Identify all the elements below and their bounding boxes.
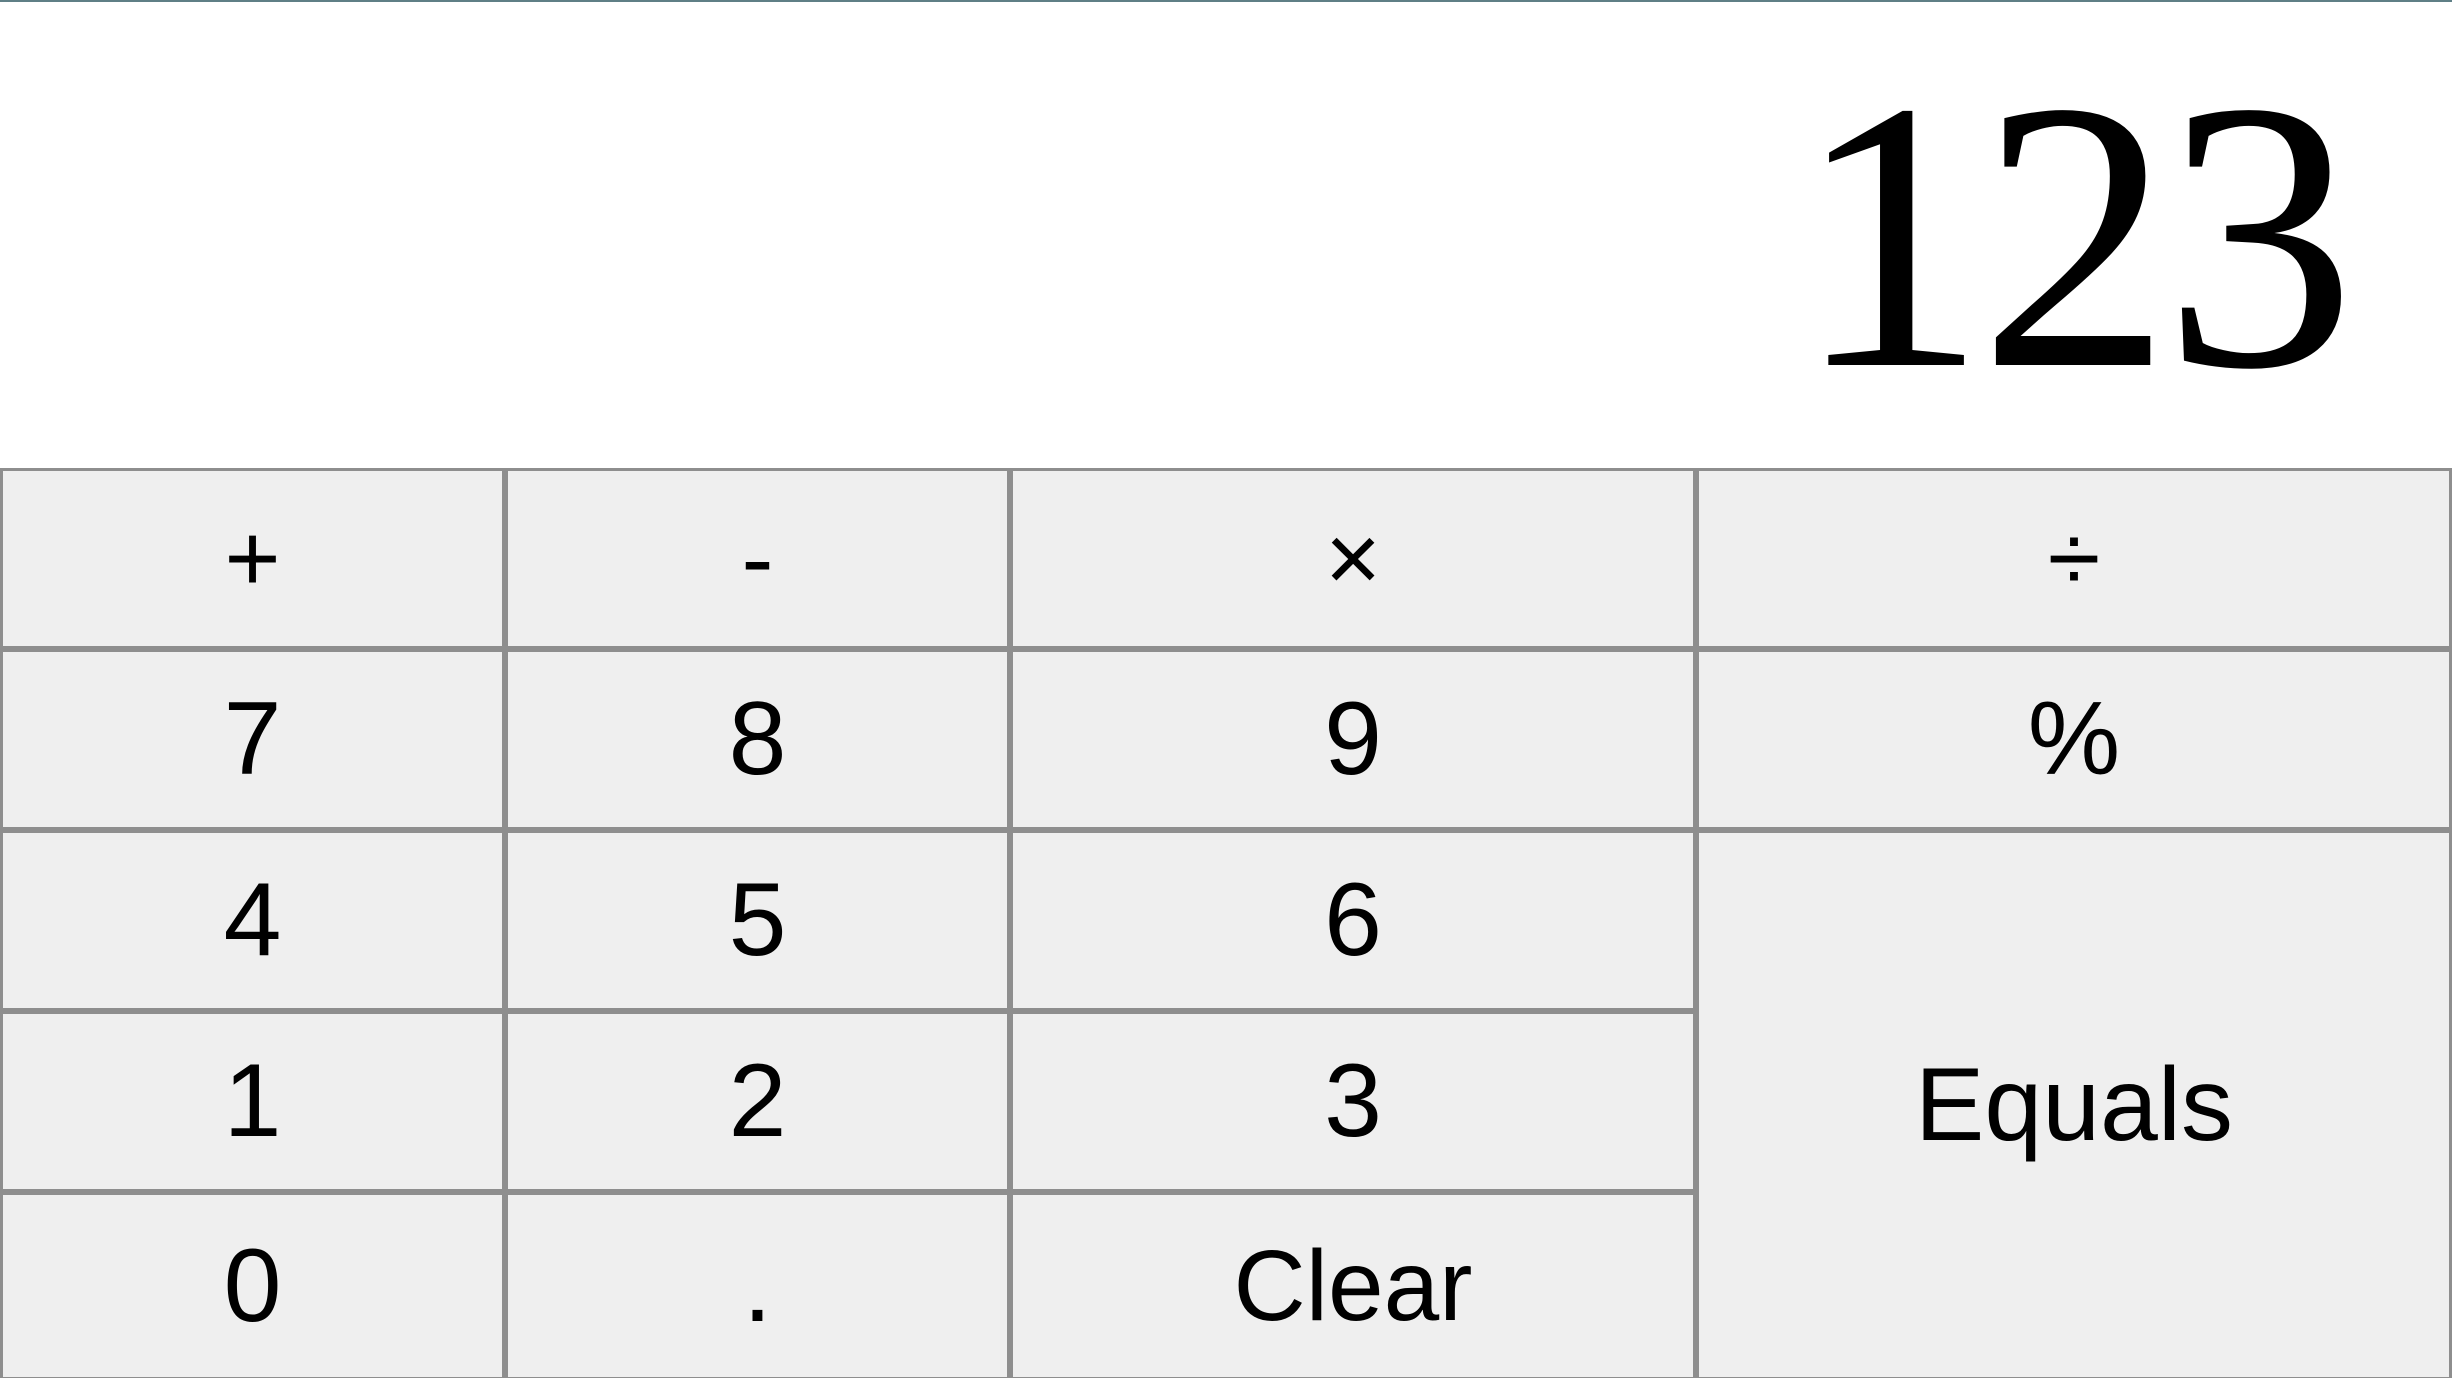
divide-button[interactable]: ÷ bbox=[1696, 468, 2452, 649]
equals-button[interactable]: Equals bbox=[1696, 830, 2452, 1378]
digit-3-button[interactable]: 3 bbox=[1010, 1011, 1696, 1192]
digit-7-button[interactable]: 7 bbox=[0, 649, 505, 830]
digit-2-button[interactable]: 2 bbox=[505, 1011, 1010, 1192]
keypad: + - × ÷ 7 8 9 % 4 5 6 Equals 1 2 3 0 . C… bbox=[0, 468, 2452, 1378]
digit-5-button[interactable]: 5 bbox=[505, 830, 1010, 1011]
display-value: 123 bbox=[1794, 23, 2356, 449]
digit-8-button[interactable]: 8 bbox=[505, 649, 1010, 830]
calculator-app: 123 + - × ÷ 7 8 9 % 4 5 6 Equals 1 2 3 0… bbox=[0, 0, 2452, 1378]
decimal-button[interactable]: . bbox=[505, 1192, 1010, 1378]
calculator-display: 123 bbox=[0, 2, 2452, 468]
digit-9-button[interactable]: 9 bbox=[1010, 649, 1696, 830]
percent-button[interactable]: % bbox=[1696, 649, 2452, 830]
digit-0-button[interactable]: 0 bbox=[0, 1192, 505, 1378]
multiply-button[interactable]: × bbox=[1010, 468, 1696, 649]
digit-4-button[interactable]: 4 bbox=[0, 830, 505, 1011]
subtract-button[interactable]: - bbox=[505, 468, 1010, 649]
clear-button[interactable]: Clear bbox=[1010, 1192, 1696, 1378]
digit-6-button[interactable]: 6 bbox=[1010, 830, 1696, 1011]
digit-1-button[interactable]: 1 bbox=[0, 1011, 505, 1192]
add-button[interactable]: + bbox=[0, 468, 505, 649]
